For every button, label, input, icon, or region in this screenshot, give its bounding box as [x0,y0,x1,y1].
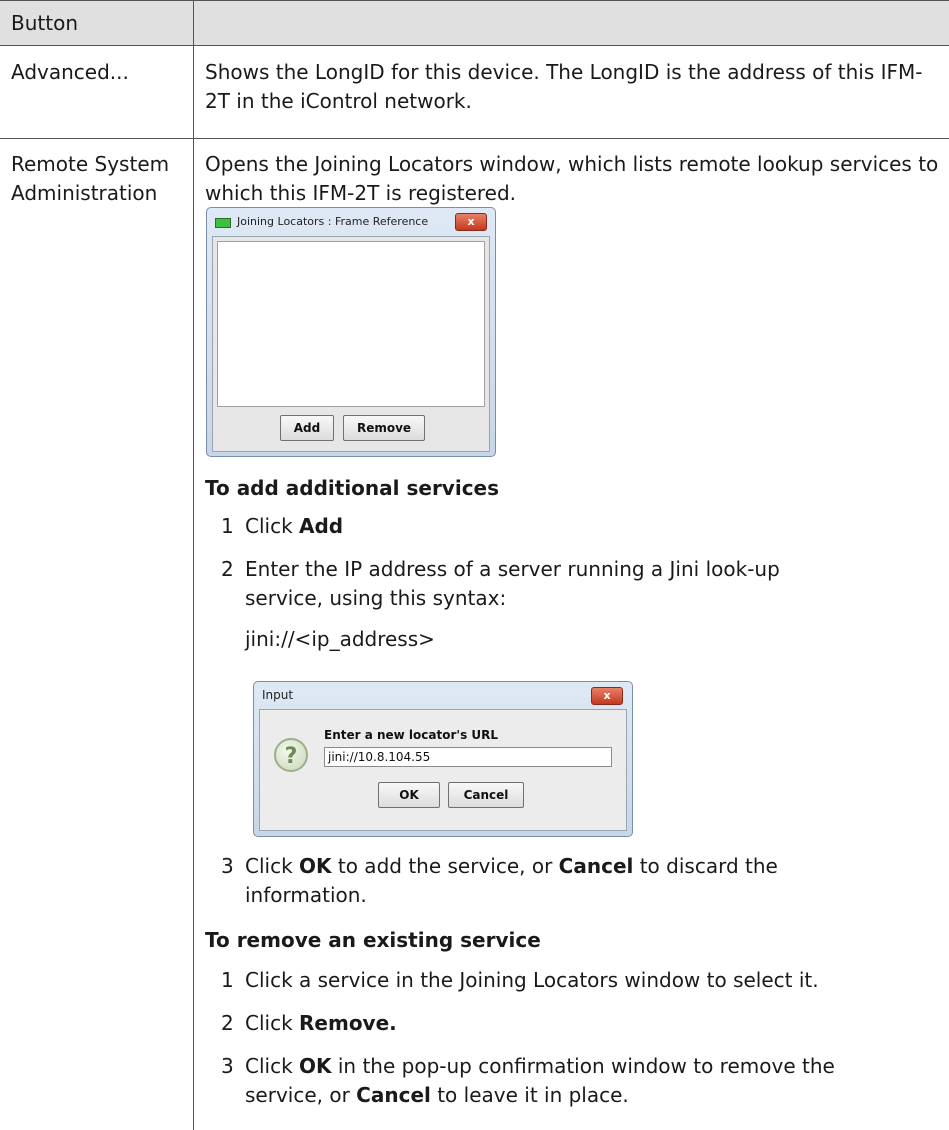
syntax-text: jini://<ip_address> [245,627,435,651]
remove-service-heading: To remove an existing service [205,928,541,952]
locators-list[interactable] [217,241,485,407]
step-text: to add the service, or [331,854,559,878]
add-step-2-continued: service, using this syntax: [221,584,941,613]
add-services-heading: To add additional services [205,476,500,500]
step-text: Click [245,1054,300,1078]
joining-locators-window: Joining Locators : Frame Reference x Add… [206,207,496,457]
step-text: service, using this syntax: [245,586,507,610]
step-bold: OK [299,1054,332,1078]
remove-step-2: 2 Click Remove. [221,1009,941,1038]
column-divider [193,0,194,1130]
row-remote-admin-description: Opens the Joining Locators window, which… [205,152,939,205]
remove-step-1: 1 Click a service in the Joining Locators… [221,966,941,995]
dialog-client-area: ? Enter a new locator's URL jini://10.8.… [259,709,627,831]
step-text: Click [245,514,300,538]
step-text: to leave it in place. [430,1083,629,1107]
syntax-example: jini://<ip_address> [221,625,941,654]
add-step-1: 1 Click Add [221,512,941,541]
row-advanced-description: Shows the LongID for this device. The Lo… [205,60,923,113]
step-number: 1 [221,968,234,992]
window-client-area: Add Remove [212,236,490,452]
step-text: Click [245,854,300,878]
add-step-2: 2 Enter the IP address of a server runnin… [221,555,941,584]
step-text: service, or [245,1083,357,1107]
step-bold: Add [299,514,344,538]
window-title: Joining Locators : Frame Reference [237,215,429,228]
add-step-3-continued: information. [221,881,941,910]
step-text: Enter the IP address of a server running… [245,557,780,581]
input-dialog: Input x ? Enter a new locator's URL jini… [253,681,633,837]
cancel-button[interactable]: Cancel [448,782,524,808]
step-text: Click [245,1011,300,1035]
step-bold: Cancel [558,854,634,878]
step-number: 3 [221,854,234,878]
step-bold: OK [299,854,332,878]
status-led-icon [215,218,231,228]
step-bold: Cancel [356,1083,431,1107]
remove-step-3: 3 Click OK in the pop-up confirmation win… [221,1052,941,1081]
step-number: 1 [221,514,234,538]
ok-button[interactable]: OK [378,782,440,808]
row-advanced-name: Advanced... [11,60,129,84]
step-text: Click a service in the Joining Locators … [245,968,819,992]
step-number: 3 [221,1054,234,1078]
close-icon[interactable]: x [455,213,487,231]
step-text-line: service, or Cancel to leave it in place. [221,1081,941,1110]
step-text: in the pop-up confirmation window to rem… [331,1054,835,1078]
step-number: 2 [221,1011,234,1035]
header-button-label: Button [11,11,78,35]
dialog-title: Input [262,688,294,702]
row-remote-admin-name-line2: Administration [11,181,158,205]
table-header-row: Button [0,0,949,46]
remove-step-3-continued: service, or Cancel to leave it in place. [221,1081,941,1110]
step-number: 2 [221,557,234,581]
question-icon: ? [274,738,308,772]
locator-url-input[interactable]: jini://10.8.104.55 [324,747,612,767]
dialog-prompt: Enter a new locator's URL [324,728,499,742]
step-text: information. [245,883,367,907]
step-text: to discard the [633,854,778,878]
add-button[interactable]: Add [280,415,334,441]
window-titlebar: Joining Locators : Frame Reference x [207,208,495,236]
remove-button[interactable]: Remove [343,415,425,441]
close-icon[interactable]: x [591,687,623,705]
row-divider [0,138,949,139]
add-step-3: 3 Click OK to add the service, or Cancel … [221,852,941,881]
row-remote-admin-name-line1: Remote System [11,152,170,176]
step-bold: Remove. [299,1011,397,1035]
